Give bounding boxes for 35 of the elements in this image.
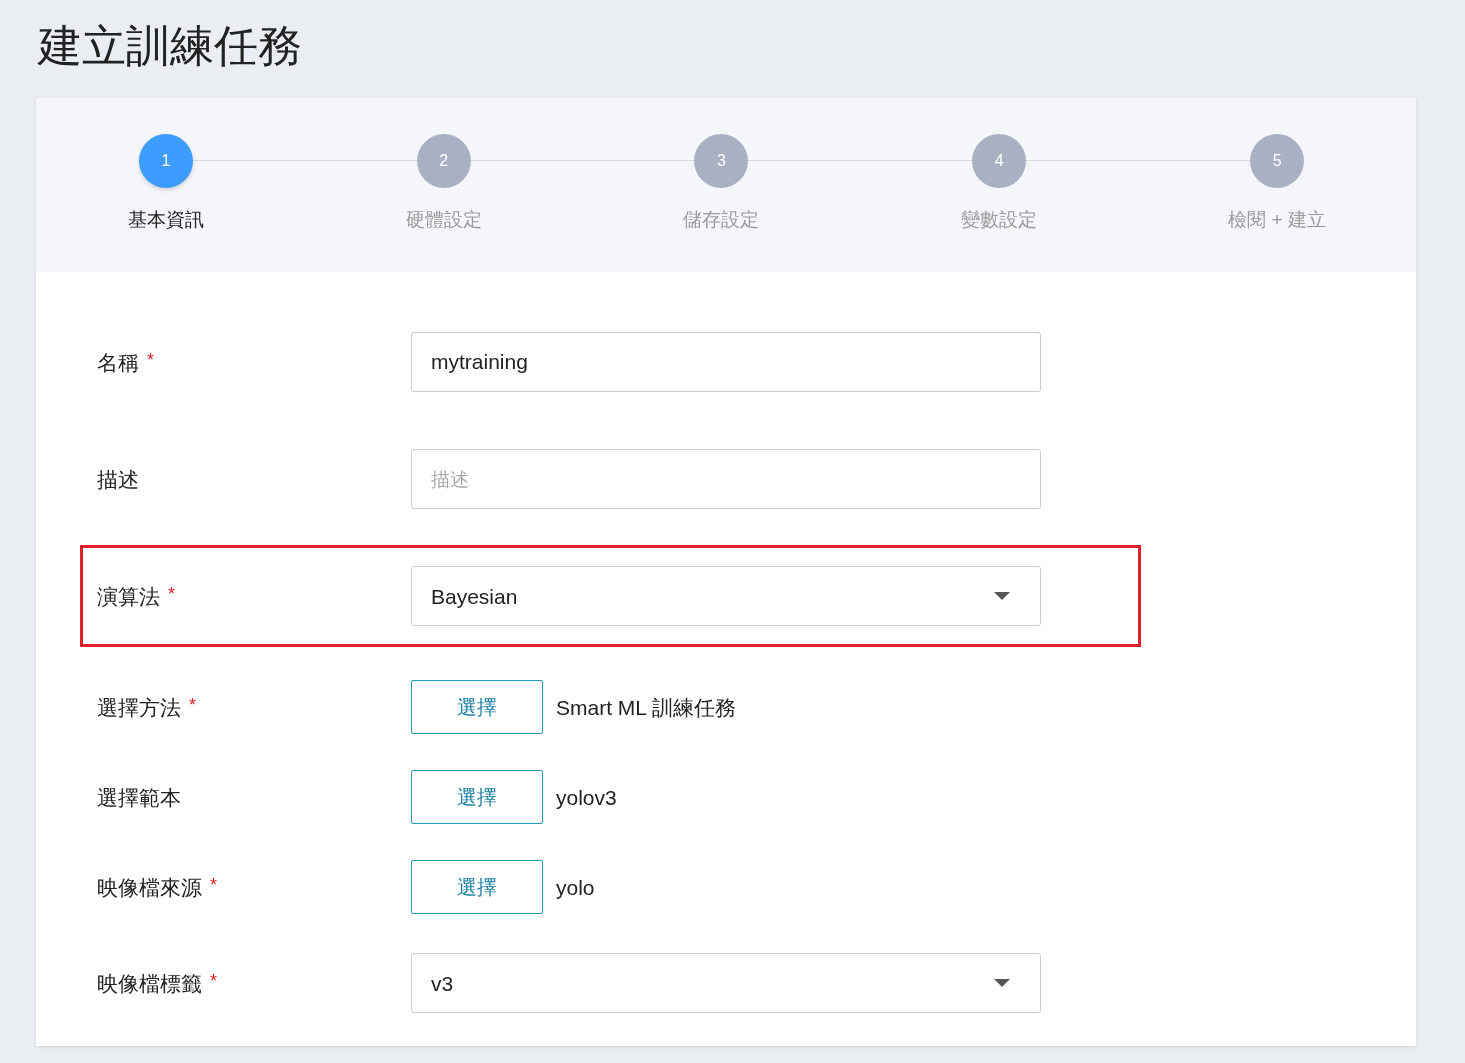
step-label[interactable]: 儲存設定 xyxy=(683,206,760,235)
select-button[interactable]: 選擇 xyxy=(411,860,543,915)
field-label: 名稱 xyxy=(97,349,139,376)
step-label[interactable]: 硬體設定 xyxy=(405,206,482,235)
required-mark: * xyxy=(168,582,175,606)
step-number[interactable]: 2 xyxy=(416,134,471,189)
dropdown-field[interactable]: Bayesian xyxy=(411,566,1041,627)
field-label: 映像檔來源 xyxy=(97,874,202,901)
selected-value: yolov3 xyxy=(556,784,617,811)
field-label: 選擇範本 xyxy=(97,784,181,811)
step-number[interactable]: 5 xyxy=(1250,134,1305,189)
text-field[interactable]: mytraining xyxy=(411,332,1041,393)
caret-icon xyxy=(994,979,1010,988)
step-number[interactable]: 3 xyxy=(694,134,749,189)
required-mark: * xyxy=(210,969,217,993)
field-label: 映像檔標籤 xyxy=(97,970,202,997)
required-mark: * xyxy=(210,873,217,897)
step-label[interactable]: 基本資訊 xyxy=(127,206,204,235)
field-label: 描述 xyxy=(97,466,139,493)
step-label[interactable]: 變數設定 xyxy=(961,206,1038,235)
required-mark: * xyxy=(189,693,196,717)
page-title: 建立訓練任務 xyxy=(38,22,303,71)
selected-value: yolo xyxy=(556,874,595,901)
field-label: 選擇方法 xyxy=(97,694,181,721)
step-number[interactable]: 1 xyxy=(138,134,193,189)
dropdown-field[interactable]: v3 xyxy=(411,953,1041,1014)
select-button[interactable]: 選擇 xyxy=(411,680,543,735)
selected-value: Smart ML 訓練任務 xyxy=(556,694,737,721)
caret-icon xyxy=(994,592,1010,601)
text-field[interactable]: 描述 xyxy=(411,449,1041,510)
step-label[interactable]: 檢閱 + 建立 xyxy=(1228,206,1326,235)
field-label: 演算法 xyxy=(97,583,160,610)
select-button[interactable]: 選擇 xyxy=(411,770,543,825)
required-mark: * xyxy=(147,348,154,372)
step-number[interactable]: 4 xyxy=(972,134,1027,189)
